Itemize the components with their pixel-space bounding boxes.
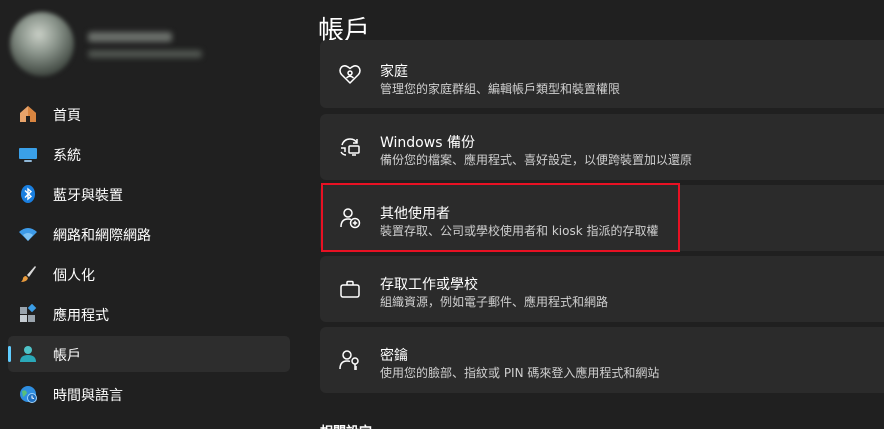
card-title: 密鑰 bbox=[380, 348, 408, 364]
globe-clock-icon bbox=[18, 384, 38, 404]
sidebar-item-label: 網路和網際網路 bbox=[53, 228, 151, 244]
person-add-icon bbox=[338, 206, 362, 230]
other-users-card[interactable]: 其他使用者 裝置存取、公司或學校使用者和 kiosk 指派的存取權 bbox=[320, 185, 884, 251]
sidebar-item-label: 藍牙與裝置 bbox=[53, 188, 123, 204]
sidebar: 首頁 系統 藍牙與裝置 網路和網際網路 個人化 應用程式 帳戶 時間與語言 bbox=[0, 0, 300, 429]
sidebar-item-accounts[interactable]: 帳戶 bbox=[8, 336, 290, 372]
bluetooth-icon bbox=[18, 184, 38, 204]
user-profile[interactable] bbox=[10, 8, 290, 78]
sidebar-item-personalization[interactable]: 個人化 bbox=[8, 256, 290, 292]
person-icon bbox=[18, 344, 38, 364]
card-title: 家庭 bbox=[380, 64, 408, 80]
backup-sync-icon bbox=[338, 135, 362, 159]
passkey-icon bbox=[338, 348, 362, 372]
card-title: 存取工作或學校 bbox=[380, 277, 478, 293]
settings-window: 首頁 系統 藍牙與裝置 網路和網際網路 個人化 應用程式 帳戶 時間與語言 帳戶… bbox=[0, 0, 884, 429]
passkeys-card[interactable]: 密鑰 使用您的臉部、指紋或 PIN 碼來登入應用程式和網站 bbox=[320, 327, 884, 393]
card-description: 裝置存取、公司或學校使用者和 kiosk 指派的存取權 bbox=[380, 224, 659, 238]
home-icon bbox=[18, 104, 38, 124]
sidebar-item-home[interactable]: 首頁 bbox=[8, 96, 290, 132]
sidebar-item-time-language[interactable]: 時間與語言 bbox=[8, 376, 290, 412]
related-settings-heading: 相關設定 bbox=[320, 421, 372, 429]
sidebar-item-apps[interactable]: 應用程式 bbox=[8, 296, 290, 332]
blurred-user-email bbox=[88, 50, 202, 58]
sidebar-item-label: 帳戶 bbox=[53, 348, 81, 364]
card-description: 使用您的臉部、指紋或 PIN 碼來登入應用程式和網站 bbox=[380, 366, 660, 380]
family-heart-icon bbox=[338, 62, 362, 86]
avatar bbox=[10, 12, 74, 76]
windows-backup-card[interactable]: Windows 備份 備份您的檔案、應用程式、喜好設定，以便跨裝置加以還原 bbox=[320, 114, 884, 180]
sidebar-nav: 首頁 系統 藍牙與裝置 網路和網際網路 個人化 應用程式 帳戶 時間與語言 bbox=[8, 96, 290, 416]
sidebar-item-bluetooth[interactable]: 藍牙與裝置 bbox=[8, 176, 290, 212]
briefcase-icon bbox=[338, 277, 362, 301]
wifi-icon bbox=[18, 224, 38, 244]
sidebar-item-system[interactable]: 系統 bbox=[8, 136, 290, 172]
sidebar-item-label: 應用程式 bbox=[53, 308, 109, 324]
sidebar-item-network[interactable]: 網路和網際網路 bbox=[8, 216, 290, 252]
active-indicator bbox=[8, 346, 11, 362]
sidebar-item-label: 首頁 bbox=[53, 108, 81, 124]
card-description: 組織資源，例如電子郵件、應用程式和網路 bbox=[380, 295, 609, 309]
apps-icon bbox=[18, 304, 38, 324]
paintbrush-icon bbox=[18, 264, 38, 284]
card-description: 備份您的檔案、應用程式、喜好設定，以便跨裝置加以還原 bbox=[380, 153, 693, 167]
sidebar-item-label: 個人化 bbox=[53, 268, 95, 284]
sidebar-item-label: 系統 bbox=[53, 148, 81, 164]
sidebar-item-label: 時間與語言 bbox=[53, 388, 123, 404]
family-card[interactable]: 家庭 管理您的家庭群組、編輯帳戶類型和裝置權限 bbox=[320, 40, 884, 108]
blurred-user-name bbox=[88, 32, 172, 42]
card-title: Windows 備份 bbox=[380, 135, 475, 151]
monitor-icon bbox=[18, 144, 38, 164]
card-title: 其他使用者 bbox=[380, 206, 450, 222]
card-description: 管理您的家庭群組、編輯帳戶類型和裝置權限 bbox=[380, 82, 621, 96]
access-work-school-card[interactable]: 存取工作或學校 組織資源，例如電子郵件、應用程式和網路 bbox=[320, 256, 884, 322]
